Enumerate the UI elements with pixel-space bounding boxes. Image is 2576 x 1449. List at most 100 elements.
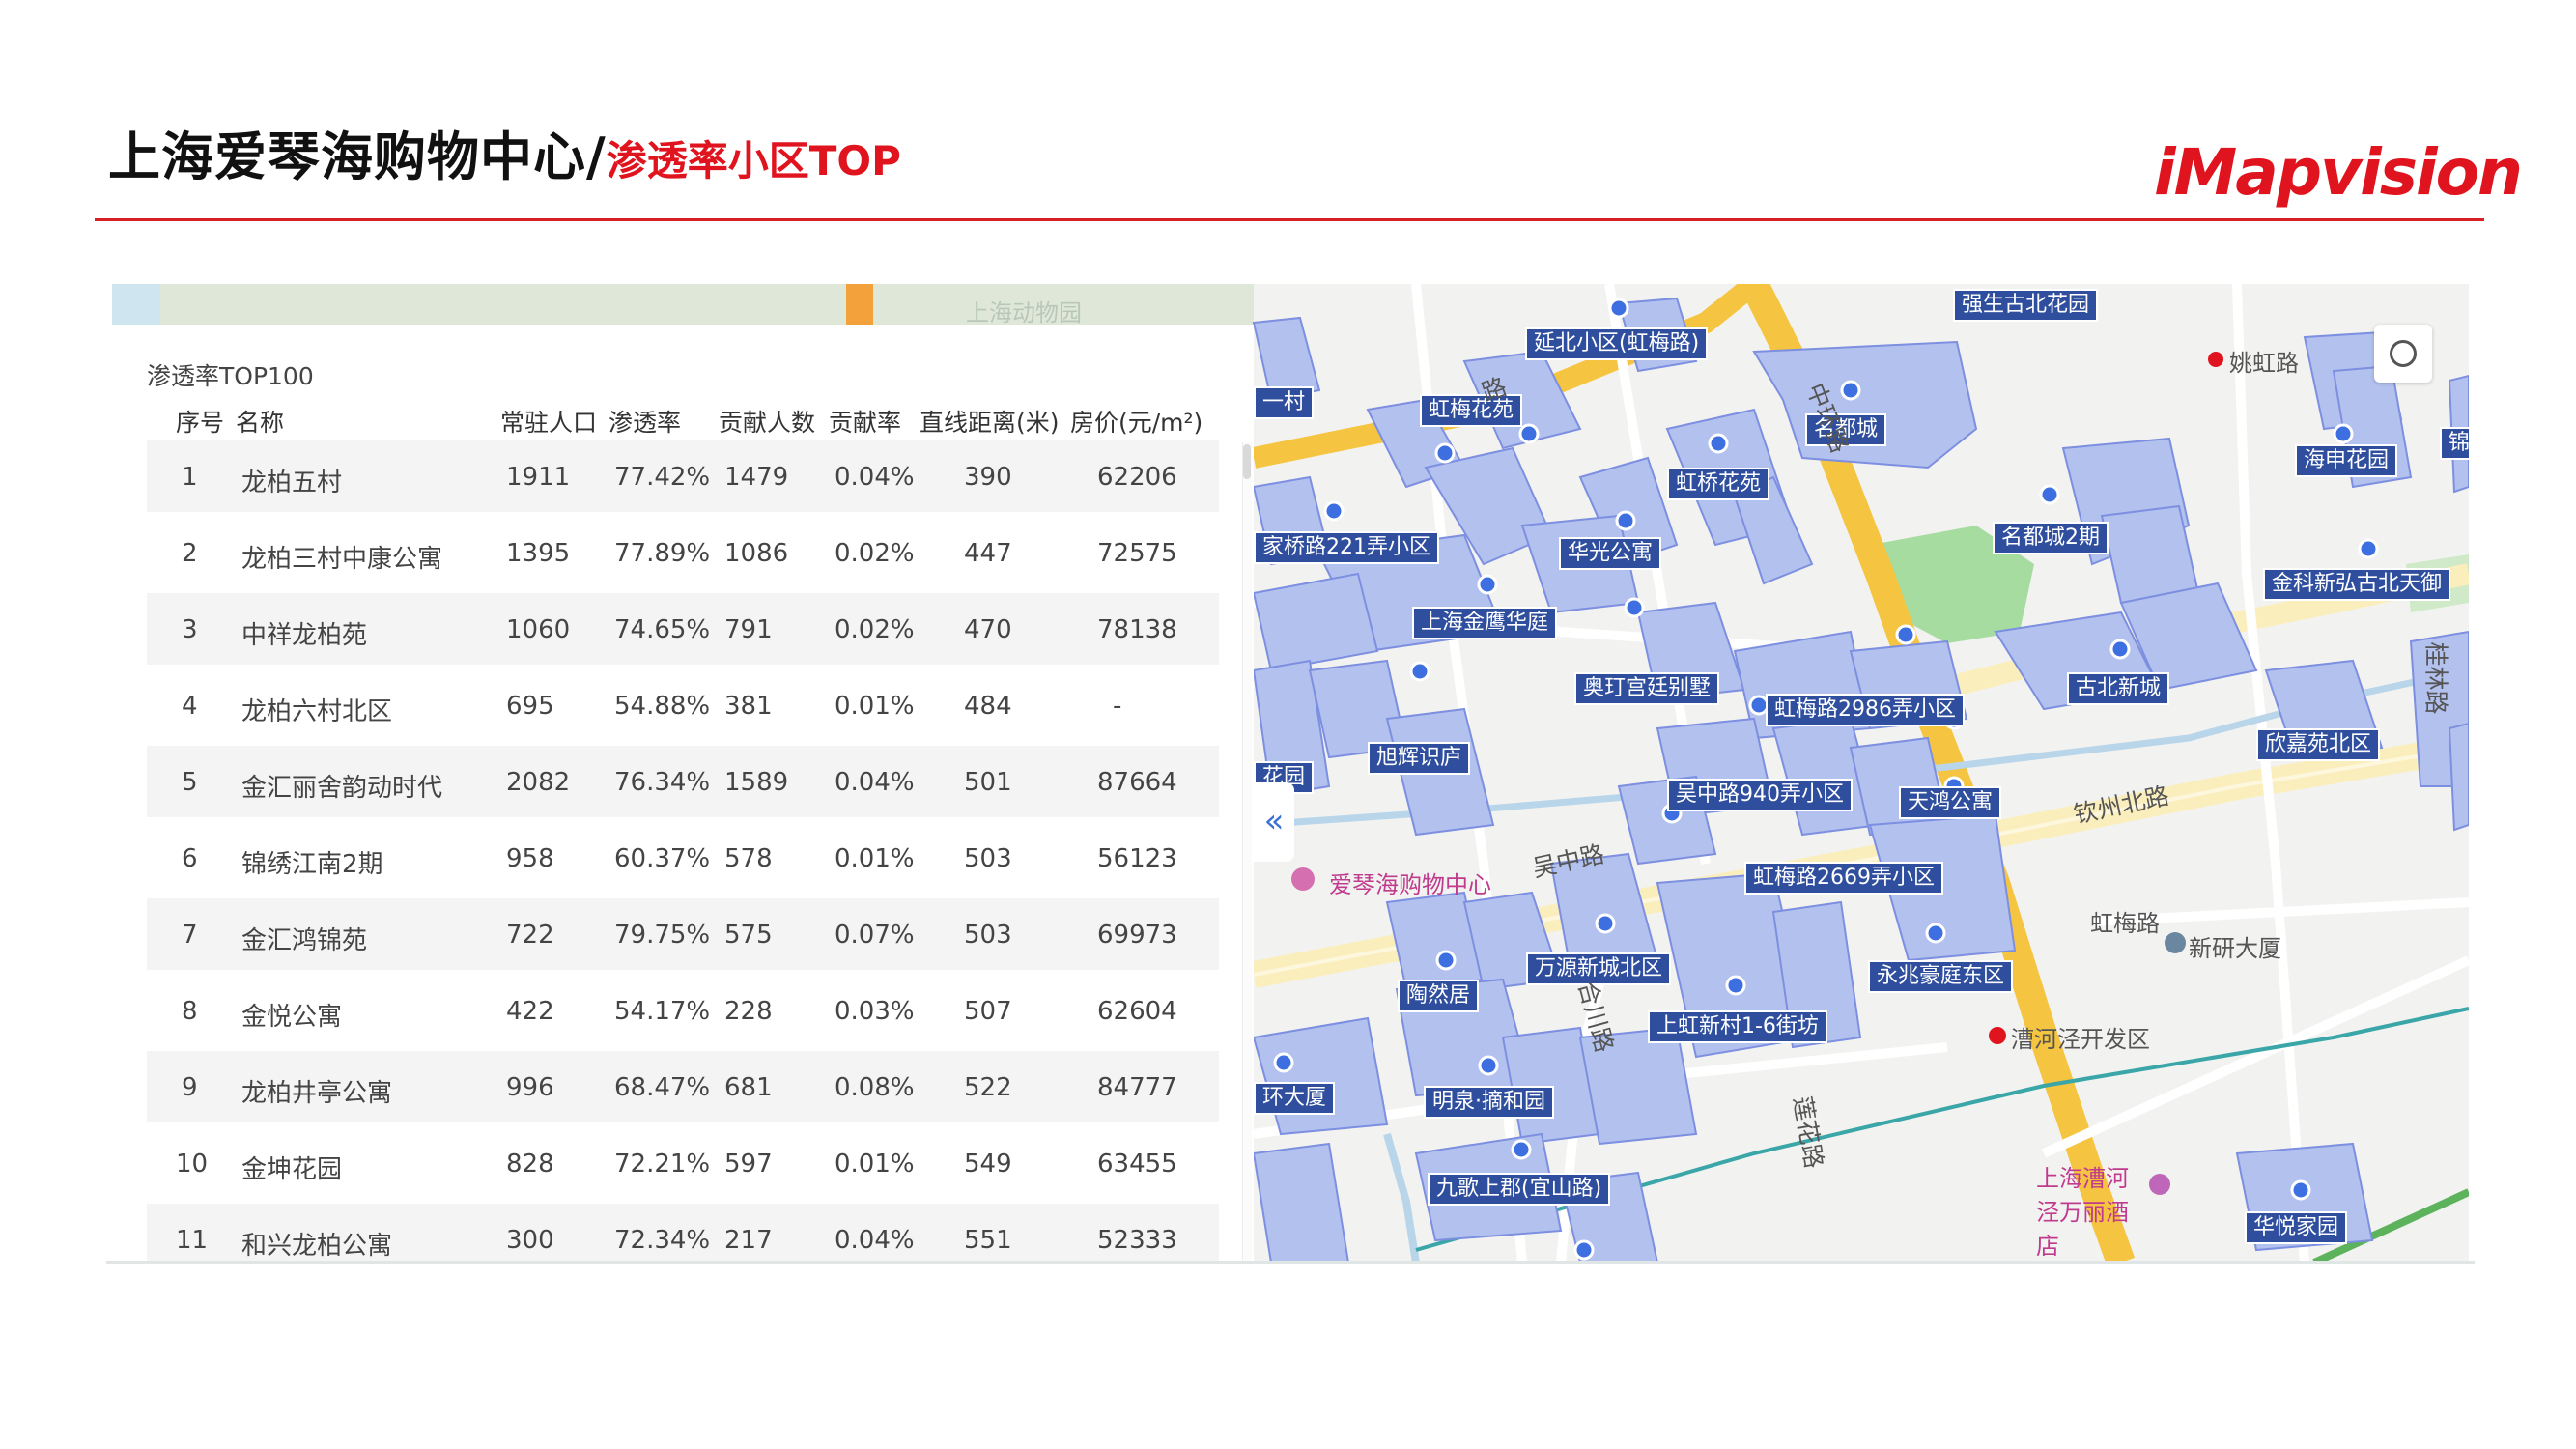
cell-price: 69973: [1097, 921, 1177, 950]
cell-contributors: 597: [724, 1150, 773, 1179]
table-header: 序号 名称 常驻人口 渗透率 贡献人数 贡献率 直线距离(米) 房价(元/m²): [176, 404, 1238, 442]
cell-name: 龙柏五村: [241, 469, 343, 497]
header-divider: [95, 218, 2484, 221]
cell-distance: 390: [964, 463, 1012, 492]
map-label[interactable]: 天鸿公寓: [1899, 786, 2002, 819]
map-label[interactable]: 永兆豪庭东区: [1868, 960, 2014, 993]
cell-penetration: 72.21%: [614, 1150, 711, 1179]
map-label[interactable]: 虹梅路2669弄小区: [1744, 862, 1943, 895]
cell-contributors: 1589: [724, 768, 789, 797]
cell-contribution: 0.03%: [835, 997, 915, 1026]
cell-distance: 507: [964, 997, 1012, 1026]
table-row[interactable]: 4 龙柏六村北区 695 54.88% 381 0.01% 484 -: [147, 669, 1219, 741]
cell-penetration: 77.42%: [614, 463, 711, 492]
cell-population: 422: [506, 997, 554, 1026]
cell-distance: 503: [964, 921, 1012, 950]
cell-rank: 7: [182, 921, 198, 950]
map-label[interactable]: 上海金鹰华庭: [1412, 607, 1558, 639]
cell-price: -: [1113, 692, 1122, 721]
map-label[interactable]: 虹梅路2986弄小区: [1766, 694, 1965, 726]
cell-rank: 8: [182, 997, 198, 1026]
cell-contributors: 791: [724, 615, 773, 644]
cell-name: 金坤花园: [241, 1155, 343, 1184]
map-panel: 强生古北花园 延北小区(虹梅路) 虹梅花苑 名都城 海申花园 虹桥花苑 名都城2…: [112, 284, 2469, 1263]
poi-label: 漕河泾开发区: [2011, 1026, 2150, 1053]
cell-rank: 6: [182, 844, 198, 873]
cell-name: 龙柏井亭公寓: [241, 1079, 393, 1108]
map-label[interactable]: 延北小区(虹梅路): [1525, 327, 1709, 360]
cell-price: 62604: [1097, 997, 1177, 1026]
map-label[interactable]: 强生古北花园: [1953, 289, 2099, 322]
cell-contributors: 578: [724, 844, 773, 873]
poi-label: 爱琴海购物中心: [1329, 871, 1491, 898]
map-label[interactable]: 华悦家园: [2245, 1211, 2348, 1244]
table-row[interactable]: 2 龙柏三村中康公寓 1395 77.89% 1086 0.02% 447 72…: [147, 517, 1219, 588]
cell-name: 中祥龙柏苑: [241, 621, 368, 650]
map-label[interactable]: 名都城2期: [1993, 522, 2109, 554]
cell-price: 63455: [1097, 1150, 1177, 1179]
cell-contribution: 0.08%: [835, 1073, 915, 1102]
poi-label: 新研大厦: [2189, 935, 2281, 962]
table-row[interactable]: 3 中祥龙柏苑 1060 74.65% 791 0.02% 470 78138: [147, 593, 1219, 665]
brand-logo: iMapvision: [2154, 135, 2523, 213]
table-row[interactable]: 1 龙柏五村 1911 77.42% 1479 0.04% 390 62206: [147, 440, 1219, 512]
map-label[interactable]: 虹桥花苑: [1667, 468, 1770, 500]
cell-contribution: 0.01%: [835, 692, 915, 721]
page-title-main: 上海爱琴海购物中心/: [108, 127, 607, 187]
cell-contribution: 0.04%: [835, 1226, 915, 1255]
map-label[interactable]: 欣嘉苑北区: [2256, 728, 2381, 761]
bottom-divider: [106, 1261, 2475, 1264]
cell-price: 62206: [1097, 463, 1177, 492]
table-row[interactable]: 6 锦绣江南2期 958 60.37% 578 0.01% 503 56123: [147, 822, 1219, 894]
cell-penetration: 54.17%: [614, 997, 711, 1026]
map-label[interactable]: 明泉·摘和园: [1424, 1086, 1554, 1119]
map-label[interactable]: 金科新弘古北天御: [2263, 568, 2451, 601]
cell-name: 和兴龙柏公寓: [241, 1232, 393, 1261]
table-title: 渗透率TOP100: [147, 362, 314, 390]
map-label[interactable]: 旭辉识庐: [1368, 742, 1471, 775]
cell-name: 龙柏六村北区: [241, 697, 393, 726]
cell-distance: 549: [964, 1150, 1012, 1179]
locate-button[interactable]: [2374, 325, 2432, 383]
col-header: 序号: [176, 409, 225, 437]
map-label[interactable]: 锦: [2440, 427, 2469, 460]
cell-contribution: 0.01%: [835, 844, 915, 873]
collapse-panel-button[interactable]: «: [1254, 782, 1294, 862]
map-label[interactable]: 华光公寓: [1559, 537, 1662, 570]
map-label[interactable]: 家桥路221弄小区: [1254, 531, 1439, 564]
map-label[interactable]: 一村: [1254, 386, 1315, 419]
table-row[interactable]: 9 龙柏井亭公寓 996 68.47% 681 0.08% 522 84777: [147, 1051, 1219, 1122]
cell-contributors: 1086: [724, 539, 789, 568]
ranking-table-card: 渗透率TOP100 序号 名称 常驻人口 渗透率 贡献人数 贡献率 直线距离(米…: [112, 325, 1254, 1263]
cell-contributors: 228: [724, 997, 773, 1026]
map-label[interactable]: 奥玎宫廷别墅: [1574, 672, 1720, 705]
table-row[interactable]: 5 金汇丽舍韵动时代 2082 76.34% 1589 0.04% 501 87…: [147, 746, 1219, 817]
map-label[interactable]: 九歌上郡(宜山路): [1428, 1173, 1611, 1206]
cell-population: 828: [506, 1150, 554, 1179]
cell-rank: 11: [176, 1226, 209, 1255]
table-row[interactable]: 8 金悦公寓 422 54.17% 228 0.03% 507 62604: [147, 975, 1219, 1046]
table-row[interactable]: 10 金坤花园 828 72.21% 597 0.01% 549 63455: [147, 1127, 1219, 1199]
circle-icon: [2390, 340, 2417, 367]
table-row[interactable]: 7 金汇鸿锦苑 722 79.75% 575 0.07% 503 69973: [147, 898, 1219, 970]
map-label[interactable]: 环大厦: [1254, 1082, 1336, 1115]
cell-name: 金汇鸿锦苑: [241, 926, 368, 955]
map-label[interactable]: 陶然居: [1398, 980, 1480, 1012]
map-label[interactable]: 海申花园: [2295, 444, 2398, 477]
table-scrollbar-thumb[interactable]: [1243, 444, 1251, 479]
poi-label: 虹梅路: [2090, 910, 2160, 937]
col-header: 渗透率: [609, 409, 682, 437]
poi-label: 上海动物园: [966, 299, 1082, 327]
cell-population: 996: [506, 1073, 554, 1102]
cell-price: 52333: [1097, 1226, 1177, 1255]
cell-name: 锦绣江南2期: [241, 850, 383, 879]
map-label[interactable]: 吴中路940弄小区: [1667, 779, 1853, 811]
cell-contribution: 0.02%: [835, 539, 915, 568]
cell-population: 722: [506, 921, 554, 950]
cell-rank: 4: [182, 692, 198, 721]
map-label[interactable]: 上虹新村1-6街坊: [1648, 1010, 1827, 1043]
table-scrollbar[interactable]: [1242, 442, 1252, 1263]
map-label[interactable]: 古北新城: [2067, 672, 2170, 705]
cell-contributors: 575: [724, 921, 773, 950]
table-row[interactable]: 11 和兴龙柏公寓 300 72.34% 217 0.04% 551 52333: [147, 1204, 1219, 1263]
